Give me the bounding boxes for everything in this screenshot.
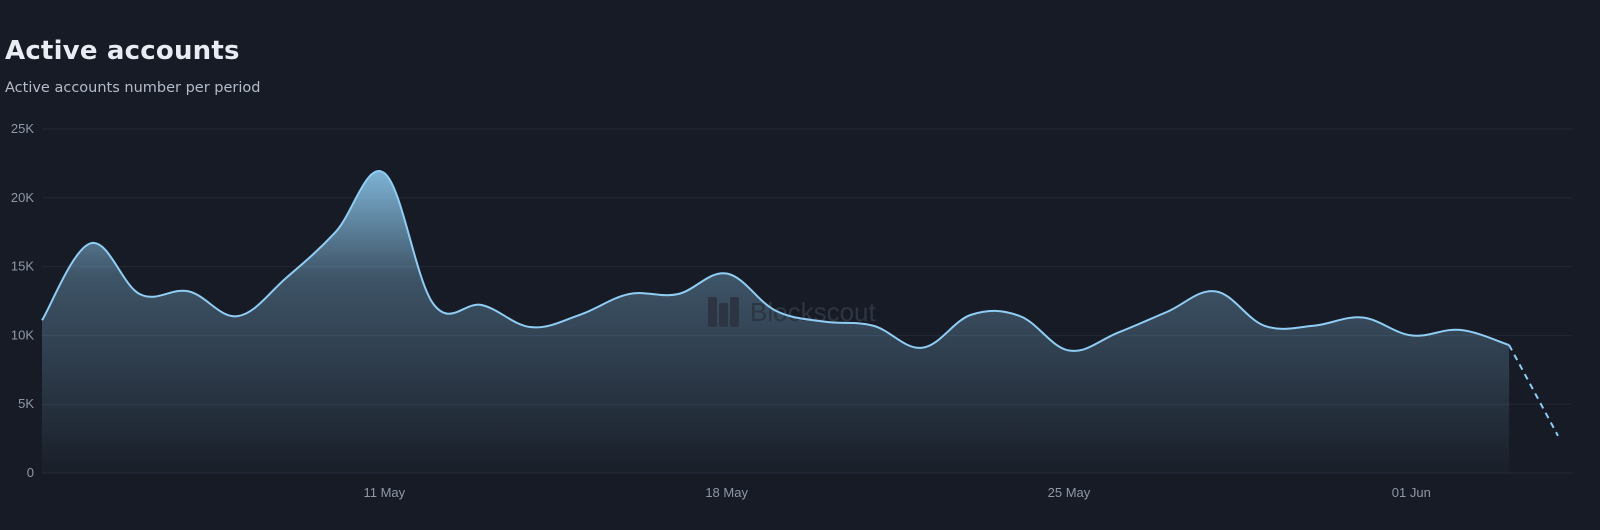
blockscout-logo-icon (719, 303, 728, 327)
y-tick-label: 10K (11, 327, 34, 342)
x-tick-label: 18 May (705, 485, 748, 500)
data-point[interactable] (134, 288, 146, 300)
data-point[interactable] (1356, 312, 1368, 324)
data-point[interactable] (1112, 327, 1124, 339)
data-point[interactable] (183, 285, 195, 297)
data-point[interactable] (281, 272, 293, 284)
data-point[interactable] (427, 298, 439, 310)
data-point[interactable] (1405, 329, 1417, 341)
data-point[interactable] (1210, 285, 1222, 297)
y-tick-label: 5K (18, 396, 34, 411)
data-point[interactable] (965, 309, 977, 321)
data-point[interactable] (1014, 310, 1026, 322)
data-point[interactable] (1259, 320, 1271, 332)
data-point[interactable] (672, 288, 684, 300)
data-point[interactable] (1063, 345, 1075, 357)
data-point[interactable] (1307, 320, 1319, 332)
data-point[interactable] (36, 314, 48, 326)
data-point[interactable] (770, 305, 782, 317)
series-line-incomplete (1508, 344, 1559, 437)
data-point[interactable] (867, 320, 879, 332)
active-accounts-chart[interactable]: Blockscout 05K10K15K20K25K11 May 18 May 25… (0, 0, 1600, 530)
data-point[interactable] (329, 226, 341, 238)
data-point[interactable] (476, 299, 488, 311)
data-point[interactable] (623, 288, 635, 300)
data-point[interactable] (721, 267, 733, 279)
y-tick-label: 0 (27, 465, 34, 480)
data-point[interactable] (574, 309, 586, 321)
data-point[interactable] (85, 237, 97, 249)
data-point[interactable] (916, 342, 928, 354)
blockscout-logo-icon (708, 297, 717, 327)
blockscout-logo-icon (730, 297, 739, 327)
data-point[interactable] (525, 321, 537, 333)
data-point[interactable] (378, 167, 390, 179)
data-point[interactable] (1503, 339, 1515, 351)
y-tick-label: 20K (11, 190, 34, 205)
x-tick-label: 11 May (363, 485, 405, 500)
data-point[interactable] (1454, 324, 1466, 336)
data-point[interactable] (1161, 306, 1173, 318)
data-point[interactable] (1552, 430, 1564, 442)
x-tick-label: 25 May (1048, 485, 1091, 500)
data-point[interactable] (818, 316, 830, 328)
y-tick-label: 25K (11, 121, 34, 136)
x-tick-label: 01 Jun (1392, 485, 1431, 500)
data-point[interactable] (232, 310, 244, 322)
y-tick-label: 15K (11, 259, 34, 274)
